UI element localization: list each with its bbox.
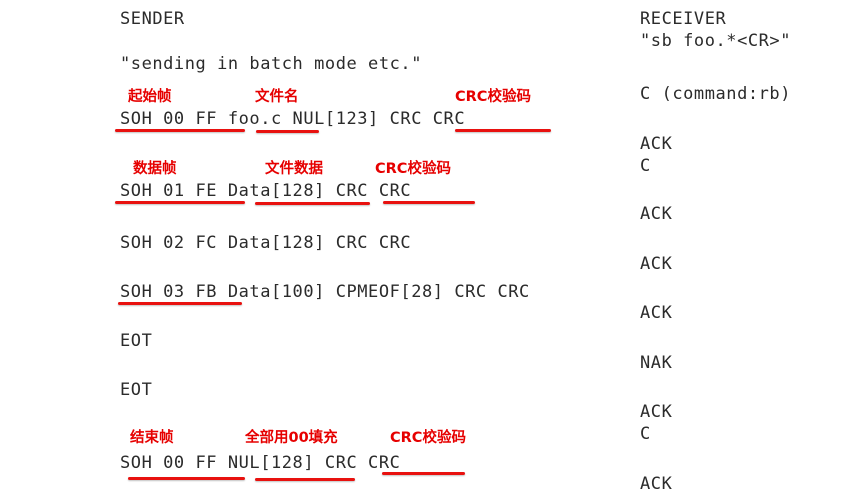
- underline-data1-payload: [255, 202, 370, 205]
- receiver-line-nak-1: NAK: [640, 353, 673, 373]
- sender-line-data-frame-3: SOH 03 FB Data[100] CPMEOF[28] CRC CRC: [120, 282, 530, 302]
- receiver-line-ack-3: ACK: [640, 254, 673, 274]
- sender-line-data-frame-2: SOH 02 FC Data[128] CRC CRC: [120, 233, 412, 253]
- receiver-line-ack-4: ACK: [640, 303, 673, 323]
- underline-header-filename: [256, 130, 319, 133]
- protocol-diagram-canvas: SENDER "sending in batch mode etc." SOH …: [0, 0, 856, 501]
- receiver-line-ack-1: ACK: [640, 134, 673, 154]
- underline-data1-soh: [115, 201, 245, 204]
- underline-end-crc: [382, 472, 465, 475]
- sender-line-batch-mode: "sending in batch mode etc.": [120, 54, 422, 74]
- annotation-filename-label: 文件名: [255, 89, 299, 105]
- sender-heading: SENDER: [120, 9, 185, 29]
- underline-end-soh: [128, 477, 245, 480]
- receiver-line-ack-6: ACK: [640, 474, 673, 494]
- annotation-end-frame-label: 结束帧: [130, 430, 174, 446]
- annotation-data-frame-label: 数据帧: [133, 161, 177, 177]
- sender-line-eot-2: EOT: [120, 380, 153, 400]
- underline-header-soh: [115, 129, 245, 132]
- annotation-start-frame-label: 起始帧: [128, 89, 172, 105]
- receiver-line-c-2: C: [640, 424, 651, 444]
- underline-end-nul: [255, 478, 355, 481]
- annotation-file-data-label: 文件数据: [265, 161, 323, 177]
- sender-line-eot-1: EOT: [120, 331, 153, 351]
- receiver-heading: RECEIVER: [640, 9, 727, 29]
- receiver-line-command-line: "sb foo.*<CR>": [640, 31, 791, 51]
- annotation-crc-label-data: CRC校验码: [375, 161, 451, 177]
- receiver-line-ack-5: ACK: [640, 402, 673, 422]
- annotation-crc-label-header: CRC校验码: [455, 89, 531, 105]
- sender-line-data-frame-1: SOH 01 FE Data[128] CRC CRC: [120, 181, 412, 201]
- annotation-crc-label-end: CRC校验码: [390, 430, 466, 446]
- sender-line-end-frame: SOH 00 FF NUL[128] CRC CRC: [120, 453, 401, 473]
- receiver-line-c-command: C (command:rb): [640, 84, 791, 104]
- underline-data3-soh: [118, 302, 242, 305]
- receiver-line-c-1: C: [640, 156, 651, 176]
- receiver-line-ack-2: ACK: [640, 204, 673, 224]
- underline-header-crc: [455, 129, 551, 132]
- underline-data1-crc: [383, 201, 475, 204]
- annotation-zero-fill-label: 全部用00填充: [245, 430, 338, 446]
- sender-line-header-frame: SOH 00 FF foo.c NUL[123] CRC CRC: [120, 109, 466, 129]
